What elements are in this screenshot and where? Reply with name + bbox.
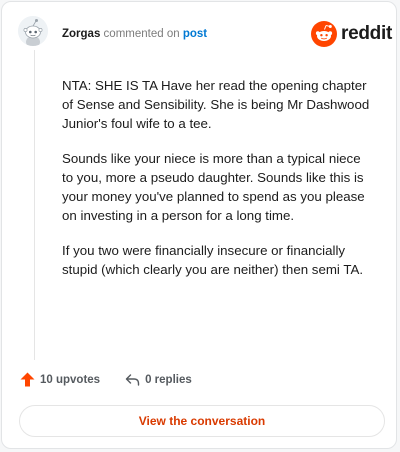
reply-button[interactable]: 0 replies <box>124 371 192 388</box>
reddit-logo-icon <box>311 21 337 47</box>
reddit-brand[interactable]: reddit <box>311 21 392 47</box>
thread-line <box>34 50 35 360</box>
snoo-avatar-icon <box>18 16 48 46</box>
view-conversation-button[interactable]: View the conversation <box>19 405 385 437</box>
reddit-wordmark: reddit <box>341 23 392 44</box>
comment-paragraph: If you two were financially insecure or … <box>62 243 364 277</box>
commented-on-text: commented on <box>103 28 180 40</box>
post-link[interactable]: post <box>183 28 207 40</box>
upvote-button[interactable]: 10 upvotes <box>19 371 100 388</box>
reply-arrow-icon <box>125 374 140 386</box>
comment-card: Zorgas commented on post reddit NTA: SHE… <box>1 1 397 449</box>
comment-paragraph: Sounds like your niece is more than a ty… <box>62 151 365 223</box>
username[interactable]: Zorgas <box>62 28 100 40</box>
reply-count: 0 replies <box>145 373 192 386</box>
user-avatar[interactable] <box>18 16 48 46</box>
upvote-arrow-icon <box>20 372 35 387</box>
upvote-count: 10 upvotes <box>40 373 101 386</box>
comment-actions: 10 upvotes 0 replies <box>19 371 192 388</box>
comment-body: NTA: SHE IS TA Have her read the opening… <box>62 76 374 295</box>
comment-paragraph: NTA: SHE IS TA Have her read the opening… <box>62 78 370 131</box>
comment-byline: Zorgas commented on post <box>62 26 207 42</box>
